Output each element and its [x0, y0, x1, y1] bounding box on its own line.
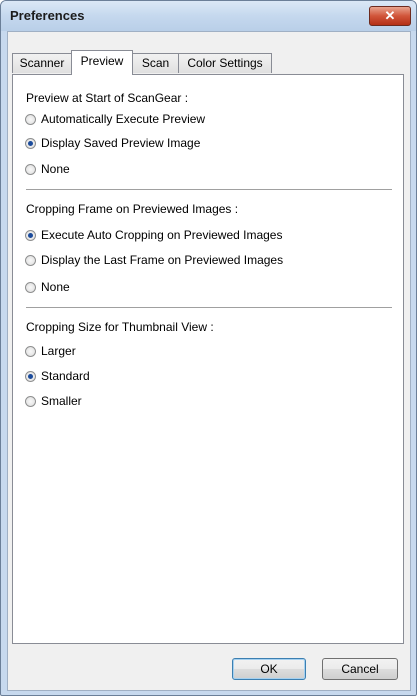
tab-scan[interactable]: Scan [132, 53, 179, 73]
preview-tab-panel: Preview at Start of ScanGear : Automatic… [12, 74, 404, 644]
radio-label: Automatically Execute Preview [41, 112, 206, 126]
title-bar[interactable]: Preferences ✕ [1, 1, 416, 31]
group-label-thumbnail-size: Cropping Size for Thumbnail View : [26, 320, 214, 334]
radio-button[interactable] [25, 395, 36, 407]
separator [26, 307, 392, 309]
radio-label: Standard [41, 369, 90, 383]
radio-cropping-none[interactable]: None [25, 279, 70, 295]
separator [26, 189, 392, 191]
group-label-cropping-frame: Cropping Frame on Previewed Images : [26, 202, 239, 216]
tab-preview-label: Preview [80, 54, 124, 68]
radio-button[interactable] [25, 137, 36, 149]
radio-label: Smaller [41, 394, 82, 408]
radio-label: None [41, 280, 70, 294]
radio-button[interactable] [25, 163, 36, 175]
radio-preview-none[interactable]: None [25, 161, 70, 177]
preferences-dialog: Preferences ✕ Scanner Preview Scan Color… [0, 0, 417, 696]
radio-button[interactable] [25, 113, 36, 125]
cancel-button[interactable]: Cancel [322, 658, 398, 680]
radio-display-saved-preview[interactable]: Display Saved Preview Image [25, 135, 200, 151]
tab-color-settings-label: Color Settings [187, 56, 263, 70]
tab-color-settings[interactable]: Color Settings [178, 53, 272, 73]
radio-label: Display the Last Frame on Previewed Imag… [41, 253, 284, 267]
radio-label: Display Saved Preview Image [41, 136, 201, 150]
radio-selected-dot [28, 373, 33, 379]
radio-auto-execute-preview[interactable]: Automatically Execute Preview [25, 111, 205, 127]
radio-button[interactable] [25, 281, 36, 293]
ok-button[interactable]: OK [232, 658, 306, 680]
radio-label: None [41, 162, 70, 176]
ok-button-label: OK [260, 662, 278, 676]
dialog-client-area: Scanner Preview Scan Color Settings Prev… [7, 31, 411, 691]
close-button[interactable]: ✕ [369, 6, 411, 26]
radio-button[interactable] [25, 254, 36, 266]
radio-size-standard[interactable]: Standard [25, 368, 90, 384]
dialog-title: Preferences [10, 8, 85, 23]
tab-scan-label: Scan [141, 56, 170, 70]
tab-scanner-label: Scanner [19, 56, 65, 70]
radio-selected-dot [28, 140, 33, 146]
cancel-button-label: Cancel [341, 662, 379, 676]
radio-display-last-frame[interactable]: Display the Last Frame on Previewed Imag… [25, 252, 283, 268]
radio-label: Execute Auto Cropping on Previewed Image… [41, 228, 283, 242]
radio-selected-dot [28, 232, 33, 238]
radio-button[interactable] [25, 229, 36, 241]
tab-preview[interactable]: Preview [71, 50, 133, 75]
radio-button[interactable] [25, 370, 36, 382]
radio-size-smaller[interactable]: Smaller [25, 393, 82, 409]
close-icon: ✕ [384, 8, 396, 23]
radio-label: Larger [41, 344, 76, 358]
radio-size-larger[interactable]: Larger [25, 343, 76, 359]
tab-strip: Scanner Preview Scan Color Settings [12, 50, 402, 75]
group-label-preview-start: Preview at Start of ScanGear : [26, 91, 189, 105]
radio-button[interactable] [25, 345, 36, 357]
tab-scanner[interactable]: Scanner [12, 53, 72, 73]
radio-execute-auto-cropping[interactable]: Execute Auto Cropping on Previewed Image… [25, 227, 282, 243]
